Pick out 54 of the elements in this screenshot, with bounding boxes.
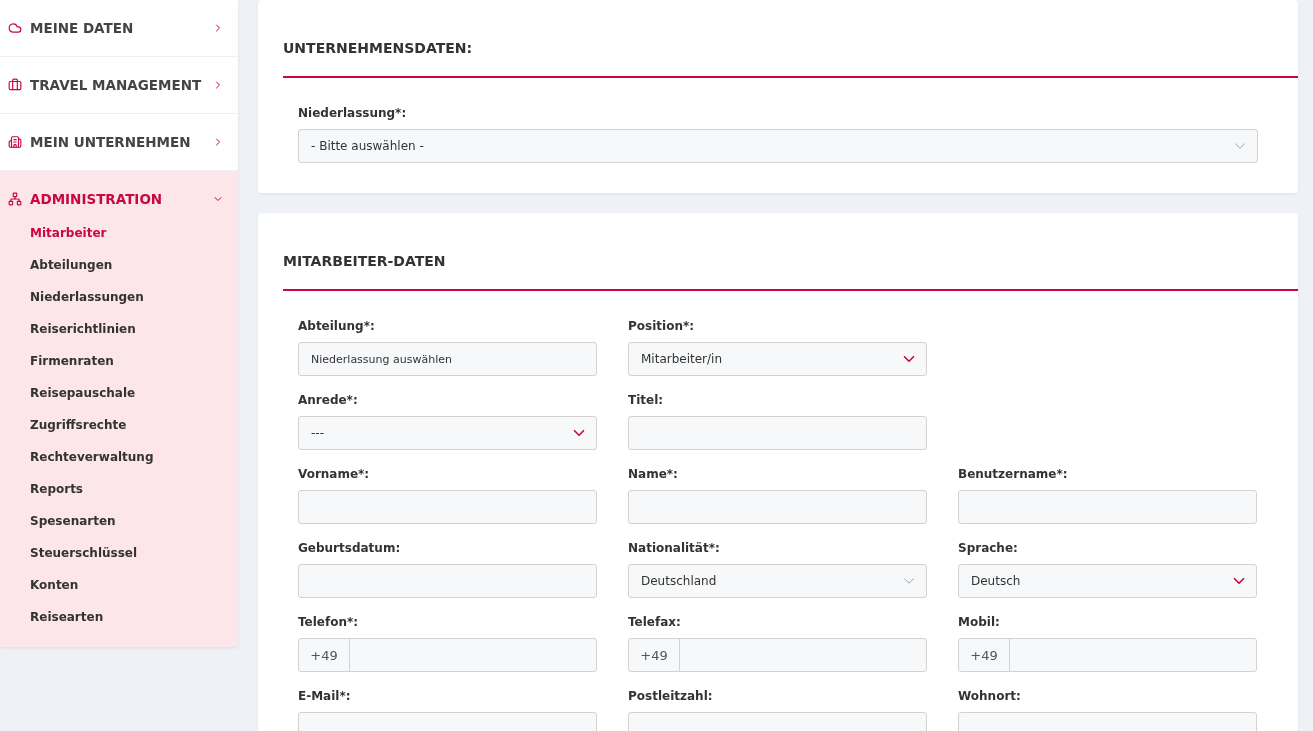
building-icon	[8, 135, 22, 149]
sidebar-item[interactable]: MEIN UNTERNEHMEN	[0, 114, 238, 171]
sidebar-subitem[interactable]: Mitarbeiter	[30, 217, 238, 249]
sidebar-subitem[interactable]: Zugriffsrechte	[30, 409, 238, 441]
sidebar-subitem[interactable]: Firmenraten	[30, 345, 238, 377]
input-field[interactable]	[298, 490, 597, 524]
field-label: Sprache:	[958, 541, 1019, 557]
field-label: Benutzername*:	[958, 467, 1069, 483]
input-field[interactable]	[628, 490, 927, 524]
field-label: Wohnort:	[958, 689, 1022, 705]
sidebar-subitem[interactable]: Reiserichtlinien	[30, 313, 238, 345]
phone-field[interactable]: +49	[958, 638, 1257, 672]
sidebar-subitem[interactable]: Konten	[30, 569, 238, 601]
sidebar-subitem[interactable]: Spesenarten	[30, 505, 238, 537]
phone-field[interactable]: +49	[298, 638, 597, 672]
network-icon	[8, 192, 22, 206]
field-label: Position*:	[628, 319, 695, 335]
field-label: Titel:	[628, 393, 665, 409]
sidebar-item[interactable]: ADMINISTRATION	[0, 171, 238, 217]
select-field[interactable]: Deutsch	[958, 564, 1257, 598]
field-label: Name*:	[628, 467, 679, 483]
sidebar-subitem[interactable]: Rechteverwaltung	[30, 441, 238, 473]
field-label: Geburtsdatum:	[298, 541, 402, 557]
phone-field[interactable]: +49	[628, 638, 927, 672]
field-label: Anrede*:	[298, 393, 359, 409]
field-label: Vorname*:	[298, 467, 371, 483]
field-label: Mobil:	[958, 615, 1001, 631]
select-field[interactable]: Mitarbeiter/in	[628, 342, 927, 376]
sidebar-subitem[interactable]: Steuerschlüssel	[30, 537, 238, 569]
field-label: Telefon*:	[298, 615, 360, 631]
input-field[interactable]	[298, 564, 597, 598]
select-field[interactable]: Deutschland	[628, 564, 927, 598]
sidebar-subitem[interactable]: Reisearten	[30, 601, 238, 633]
field-label: Niederlassung*:	[298, 106, 408, 122]
input-field[interactable]	[958, 490, 1257, 524]
sidebar-subitem[interactable]: Reports	[30, 473, 238, 505]
input-field[interactable]	[628, 416, 927, 450]
input-field[interactable]: Niederlassung auswählen	[298, 342, 597, 376]
section-title: MITARBEITER-DATEN	[283, 213, 1298, 291]
select-field[interactable]: - Bitte auswählen -	[298, 129, 1258, 163]
section-title: UNTERNEHMENSDATEN:	[283, 0, 1298, 78]
sidebar-subitem[interactable]: Abteilungen	[30, 249, 238, 281]
sidebar-item[interactable]: MEINE DATEN	[0, 0, 238, 57]
sidebar-subitem[interactable]: Niederlassungen	[30, 281, 238, 313]
sidebar-item[interactable]: TRAVEL MANAGEMENT	[0, 57, 238, 114]
field-label: Nationalität*:	[628, 541, 721, 557]
field-label: Postleitzahl:	[628, 689, 714, 705]
cloud-icon	[8, 21, 22, 35]
field-label: Telefax:	[628, 615, 682, 631]
field-label: E-Mail*:	[298, 689, 352, 705]
sidebar-subitem[interactable]: Reisepauschale	[30, 377, 238, 409]
field-label: Abteilung*:	[298, 319, 376, 335]
briefcase-icon	[8, 78, 22, 92]
select-field[interactable]: ---	[298, 416, 597, 450]
